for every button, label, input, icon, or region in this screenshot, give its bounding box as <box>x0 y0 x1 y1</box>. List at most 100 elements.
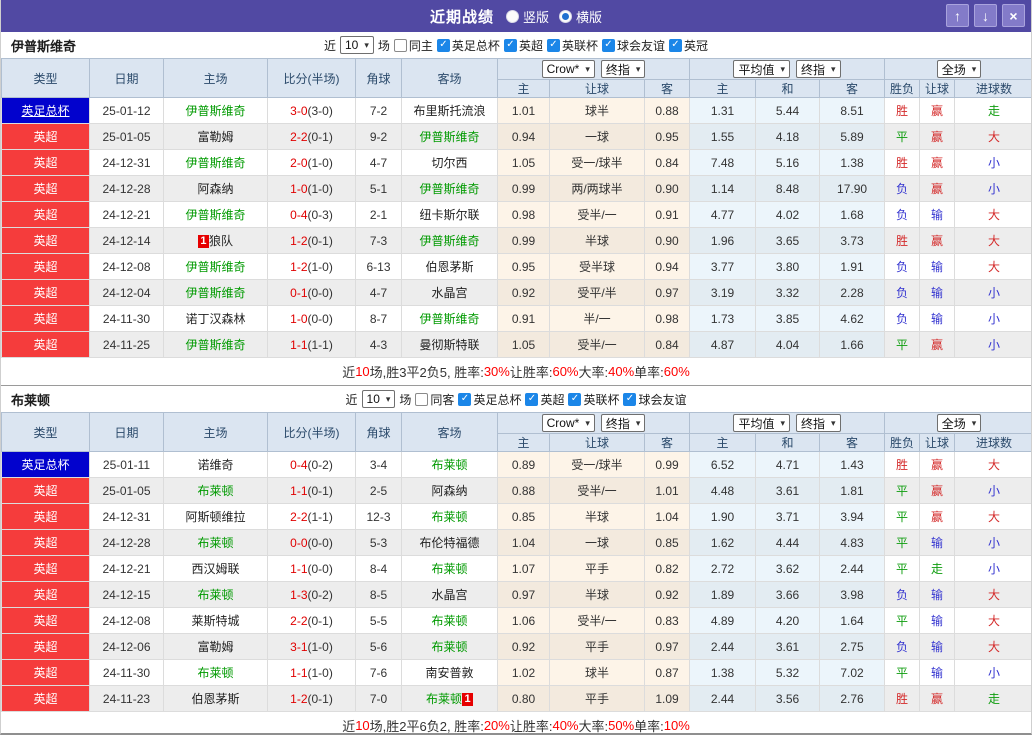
halftime-score: (0-1) <box>307 691 333 706</box>
column-header: 角球 <box>355 412 402 452</box>
league-type-cell[interactable]: 英超 <box>1 175 90 202</box>
league-type-label: 英超 <box>33 208 58 222</box>
handicap-away-odds-cell: 1.01 <box>643 477 691 504</box>
handicap-home-odds-cell: 0.92 <box>497 279 550 306</box>
team-name-text: 伊普斯维奇 <box>185 260 246 274</box>
league-type-cell[interactable]: 英超 <box>1 659 90 686</box>
same-venue-filter[interactable]: 同客 <box>415 391 454 408</box>
result-outcome-cell: 平 <box>884 555 921 582</box>
league-type-cell[interactable]: 英超 <box>1 607 90 634</box>
league-type-cell[interactable]: 英超 <box>1 201 90 228</box>
league-type-cell[interactable]: 英超 <box>1 503 90 530</box>
filter-bar: 布莱顿近 10 ▾ 场同客 ✓ 英足总杯 ✓ 英超 ✓ 英联杯 ✓ 球会友谊 <box>1 386 1031 412</box>
league-filter-checkbox[interactable]: ✓ <box>601 38 615 52</box>
odds-stage-select[interactable]: 终指 ▾ <box>600 414 646 432</box>
league-filter[interactable]: ✓ 英超 <box>503 37 543 54</box>
league-filter-checkbox[interactable]: ✓ <box>458 392 472 406</box>
home-team-cell: 布莱顿 <box>163 581 268 608</box>
away-team-cell: 纽卡斯尔联 <box>401 201 498 228</box>
league-filter-checkbox[interactable]: ✓ <box>623 392 637 406</box>
avg-home-odds-cell: 2.44 <box>689 633 757 660</box>
league-type-cell[interactable]: 英超 <box>1 279 90 306</box>
team-name: 伊普斯维奇 <box>11 38 77 54</box>
match-row: 英超 25-01-05 布莱顿 1-1(0-1) 2-5 阿森纳 0.88 受半/一 1.01 4… <box>1 477 1031 504</box>
caret-down-icon: ▾ <box>385 393 391 404</box>
close-button[interactable]: × <box>1002 4 1025 27</box>
match-count-select[interactable]: 10 ▾ <box>361 390 396 408</box>
avg-home-odds-cell: 6.52 <box>689 451 757 478</box>
league-filter-checkbox[interactable]: ✓ <box>668 38 682 52</box>
league-filter-checkbox[interactable]: ✓ <box>525 392 539 406</box>
league-type-cell[interactable]: 英超 <box>1 477 90 504</box>
move-up-button[interactable]: ↑ <box>946 4 969 27</box>
result-outcome-cell: 负 <box>884 305 921 332</box>
league-type-cell[interactable]: 英超 <box>1 633 90 660</box>
league-type-label: 英超 <box>33 692 58 706</box>
league-type-cell[interactable]: 英超 <box>1 685 90 712</box>
league-filter[interactable]: ✓ 球会友谊 <box>623 391 687 408</box>
league-type-cell[interactable]: 英超 <box>1 555 90 582</box>
fulltime-score: 1-1 <box>290 337 308 352</box>
league-type-cell[interactable]: 英超 <box>1 331 90 358</box>
league-type-label: 英超 <box>33 182 58 196</box>
away-team-cell: 水晶宫 <box>401 279 498 306</box>
league-filter[interactable]: ✓ 英联杯 <box>546 37 598 54</box>
league-filter-checkbox[interactable]: ✓ <box>503 38 517 52</box>
league-type-cell[interactable]: 英足总杯 <box>1 97 90 124</box>
league-filter[interactable]: ✓ 英冠 <box>668 37 708 54</box>
league-type-cell[interactable]: 英超 <box>1 581 90 608</box>
scope-select[interactable]: 全场 ▾ <box>936 60 982 78</box>
avg-stage-select[interactable]: 终指 ▾ <box>796 60 841 78</box>
league-type-cell[interactable]: 英超 <box>1 253 90 280</box>
odds-source-select[interactable]: Crow* ▾ <box>541 60 595 78</box>
handicap-line-cell: 一球 <box>549 123 645 150</box>
league-filter[interactable]: ✓ 英超 <box>525 391 564 408</box>
odds-stage-select[interactable]: 终指 ▾ <box>600 60 646 78</box>
league-filter-checkbox[interactable]: ✓ <box>546 38 560 52</box>
league-type-cell[interactable]: 英超 <box>1 529 90 556</box>
avg-away-odds-cell: 5.89 <box>819 123 886 150</box>
league-filter[interactable]: ✓ 英足总杯 <box>458 391 521 408</box>
league-filter-label: 英超 <box>518 38 543 53</box>
league-filter-checkbox[interactable]: ✓ <box>568 392 582 406</box>
avg-stage-select[interactable]: 终指 ▾ <box>796 414 841 432</box>
league-type-cell[interactable]: 英超 <box>1 149 90 176</box>
halftime-score: (1-0) <box>307 665 333 680</box>
away-team-cell: 布伦特福德 <box>401 529 498 556</box>
league-filter[interactable]: ✓ 英足总杯 <box>436 37 500 54</box>
match-count-select[interactable]: 10 ▾ <box>340 36 374 54</box>
league-type-cell[interactable]: 英超 <box>1 123 90 150</box>
same-venue-checkbox[interactable] <box>415 392 429 406</box>
match-row: 英超 24-12-28 阿森纳 1-0(1-0) 5-1 伊普斯维奇 0.99 两/两球半 0.… <box>1 175 1031 202</box>
league-type-label: 英超 <box>33 562 58 576</box>
team-name-text: 诺丁汉森林 <box>185 312 246 326</box>
layout-radio-option[interactable]: 竖版 <box>505 7 549 26</box>
odds-source-select[interactable]: Crow* ▾ <box>541 414 595 432</box>
scope-select[interactable]: 全场 ▾ <box>936 414 982 432</box>
league-type-cell[interactable]: 英超 <box>1 305 90 332</box>
away-team-cell: 伯恩茅斯 <box>401 253 498 280</box>
league-filter[interactable]: ✓ 球会友谊 <box>601 37 665 54</box>
layout-radio-label: 横版 <box>576 9 603 25</box>
date-cell: 24-12-08 <box>89 253 164 280</box>
handicap-home-odds-cell: 0.99 <box>497 227 550 254</box>
avg-draw-odds-cell: 4.18 <box>755 123 821 150</box>
team-name-text: 西汉姆联 <box>191 562 240 576</box>
same-venue-checkbox[interactable] <box>393 38 407 52</box>
league-filter[interactable]: ✓ 英联杯 <box>568 391 619 408</box>
same-venue-filter[interactable]: 同主 <box>393 37 433 54</box>
avg-source-select[interactable]: 平均值 ▾ <box>733 60 791 78</box>
move-down-button[interactable]: ↓ <box>974 4 997 27</box>
league-type-cell[interactable]: 英足总杯 <box>1 451 90 478</box>
layout-radio-option[interactable]: 横版 <box>559 7 602 26</box>
corners-cell: 12-3 <box>355 503 402 530</box>
halftime-score: (1-0) <box>307 639 333 654</box>
match-row: 英超 24-12-31 伊普斯维奇 2-0(1-0) 4-7 切尔西 1.05 受一/球半 0.… <box>1 149 1031 176</box>
avg-source-select[interactable]: 平均值 ▾ <box>733 414 791 432</box>
league-type-cell[interactable]: 英超 <box>1 227 90 254</box>
league-filter-checkbox[interactable]: ✓ <box>436 38 450 52</box>
away-team-cell: 伊普斯维奇 <box>401 227 498 254</box>
fulltime-score: 1-0 <box>290 181 308 196</box>
handicap-odds-group-header: Crow* ▾ 终指 ▾ <box>496 58 691 80</box>
score-cell: 2-2(0-1) <box>267 123 356 150</box>
